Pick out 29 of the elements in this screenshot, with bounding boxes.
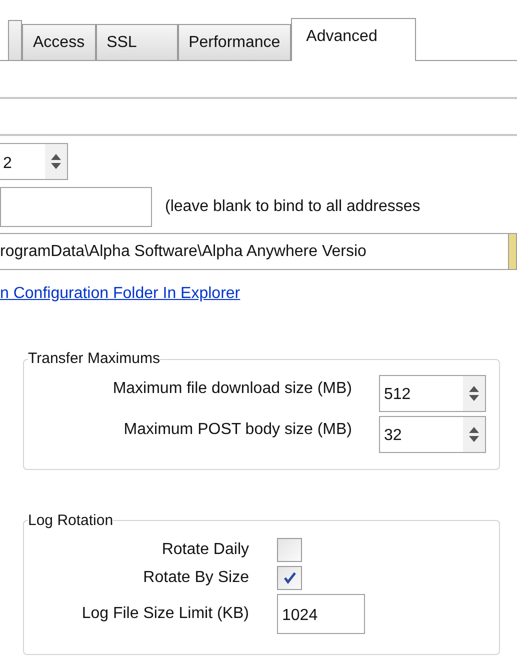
option-label: Rotate Daily bbox=[160, 540, 249, 560]
partial-tab[interactable] bbox=[8, 20, 22, 60]
number-spinner[interactable]: 512 bbox=[379, 374, 486, 412]
address-field[interactable] bbox=[0, 187, 152, 227]
size-limit-field[interactable]: 1024 bbox=[277, 594, 365, 634]
option-label: Log File Size Limit (KB) bbox=[80, 604, 249, 624]
tab[interactable]: Access bbox=[22, 24, 96, 60]
open-folder-link[interactable]: n Configuration Folder In Explorer bbox=[0, 282, 517, 306]
address-hint: (leave blank to bind to all addresses bbox=[165, 197, 420, 217]
spinner-value: 2 bbox=[2, 154, 13, 174]
tab[interactable]: SSL bbox=[96, 24, 178, 60]
spinner-arrows-icon[interactable] bbox=[463, 416, 485, 452]
checkmark-icon bbox=[282, 571, 296, 585]
spinner-value: 32 bbox=[383, 426, 403, 446]
tab[interactable]: Advanced bbox=[291, 18, 416, 61]
checkbox[interactable] bbox=[277, 566, 302, 590]
folder-path-field[interactable]: rogramData\Alpha Software\Alpha Anywhere Versio bbox=[0, 233, 508, 270]
number-spinner[interactable]: 32 bbox=[379, 416, 486, 452]
spinner-arrows-icon[interactable] bbox=[463, 376, 485, 410]
spinner-value: 512 bbox=[383, 385, 412, 405]
tab[interactable]: Performance bbox=[178, 24, 292, 60]
field-label: Maximum POST body size (MB) bbox=[122, 420, 352, 440]
group-title: Transfer Maximums bbox=[28, 349, 160, 369]
spinner-arrows-icon[interactable] bbox=[45, 144, 67, 179]
checkbox[interactable] bbox=[277, 538, 302, 562]
option-label: Rotate By Size bbox=[142, 568, 249, 588]
group-title: Log Rotation bbox=[28, 510, 114, 530]
number-spinner[interactable]: 2 bbox=[0, 143, 68, 180]
field-label: Maximum file download size (MB) bbox=[112, 379, 352, 399]
